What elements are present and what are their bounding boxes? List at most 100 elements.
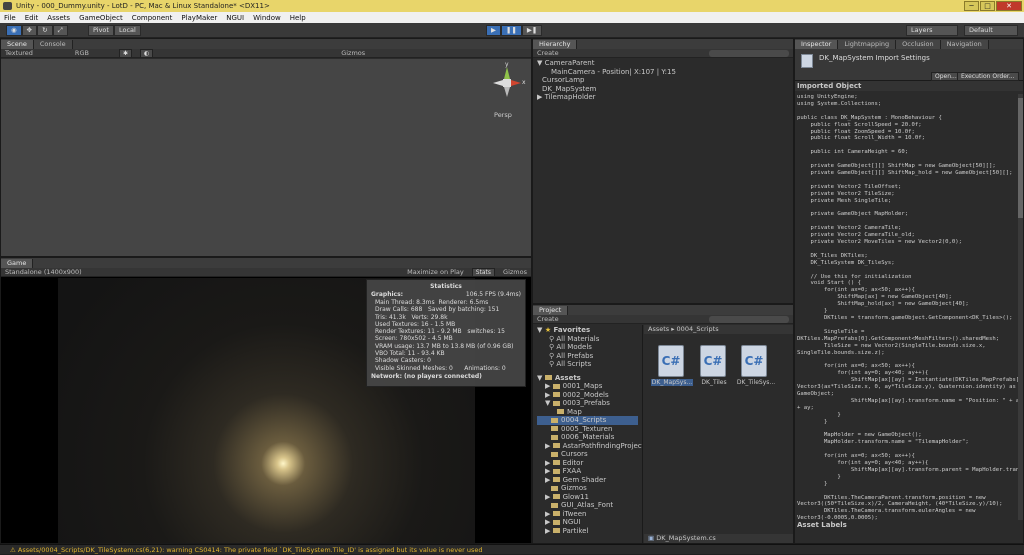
folder-label: iTween (562, 509, 587, 518)
tree-item-cursorlamp[interactable]: CursorLamp (537, 76, 789, 85)
resolution-dropdown[interactable]: Standalone (1400x900) (5, 268, 82, 276)
scale-tool-icon[interactable]: ⤢ (52, 25, 68, 36)
persp-label[interactable]: Persp (494, 111, 512, 119)
folder-item[interactable]: GUI_Atlas_Font (537, 501, 638, 510)
csharp-script-icon[interactable]: C# (741, 345, 767, 377)
folder-item[interactable]: ▶ iTween (537, 510, 638, 519)
folder-item[interactable]: 0006_Materials (537, 433, 638, 442)
move-tool-icon[interactable]: ✥ (21, 25, 38, 36)
folder-item[interactable]: ▶ AstarPathfindingProject (537, 442, 642, 451)
scene-fx-toggle[interactable]: ◐ (139, 48, 154, 58)
play-icon[interactable]: ▶ (486, 25, 501, 36)
folder-item[interactable]: Gizmos (537, 484, 638, 493)
execution-order-button[interactable]: Execution Order... (957, 72, 1019, 81)
tab-hierarchy[interactable]: Hierarchy (533, 40, 578, 49)
hand-tool-icon[interactable]: ◉ (6, 25, 22, 36)
scene-toolbar: Textured RGB ✱ ◐ Gizmos (1, 48, 531, 58)
inspector-scrollbar[interactable] (1018, 94, 1023, 520)
rotate-tool-icon[interactable]: ↻ (37, 25, 53, 36)
step-icon[interactable]: ▶❚ (521, 25, 543, 36)
maximize-on-play-toggle[interactable]: Maximize on Play (407, 268, 464, 276)
assets-header[interactable]: ▼ Assets (537, 374, 638, 383)
file-label-selected[interactable]: DK_MapSys... (651, 379, 693, 386)
game-gizmos-dropdown[interactable]: Gizmos (503, 268, 527, 276)
folder-item[interactable]: 0005_Texturen (537, 425, 638, 434)
folder-item[interactable]: ▶ Glow11 (537, 493, 638, 502)
tab-navigation[interactable]: Navigation (940, 40, 989, 49)
tab-game[interactable]: Game (1, 259, 34, 268)
project-search-input[interactable] (709, 315, 789, 323)
hierarchy-create-button[interactable]: Create (537, 49, 559, 57)
scene-lighting-toggle[interactable]: ✱ (118, 48, 132, 58)
folder-item[interactable]: ▶ Partikel (537, 527, 638, 536)
folder-item[interactable]: ▶ 0001_Maps (537, 382, 638, 391)
local-toggle[interactable]: Local (113, 25, 141, 36)
folder-item[interactable]: Map (537, 408, 638, 417)
stat-line: Render Textures: 11 - 9.2 MB switches: 1… (375, 328, 505, 336)
script-preview: using UnityEngine; using System.Collecti… (797, 94, 1019, 520)
minimize-button[interactable]: ─ (964, 1, 979, 11)
csharp-script-icon[interactable]: C# (658, 345, 684, 377)
tab-scene[interactable]: Scene (1, 40, 34, 49)
menu-assets[interactable]: Assets (47, 14, 70, 22)
tab-console[interactable]: Console (33, 40, 73, 49)
hierarchy-search-input[interactable] (709, 49, 789, 57)
scene-gizmo-icon[interactable]: y x (487, 61, 527, 107)
tab-project[interactable]: Project (533, 306, 569, 315)
folder-item[interactable]: ▶ Gem Shader (537, 476, 638, 485)
folder-item[interactable]: ▶ 0002_Models (537, 391, 638, 400)
scrollbar-thumb[interactable] (1018, 98, 1023, 218)
menu-help[interactable]: Help (290, 14, 306, 22)
menu-edit[interactable]: Edit (25, 14, 39, 22)
asset-labels-header: Asset Labels (795, 520, 1023, 530)
fav-item[interactable]: ⚲ All Materials (537, 335, 638, 344)
stats-toggle[interactable]: Stats (471, 267, 496, 277)
folder-item[interactable]: ▶ FXAA (537, 467, 638, 476)
folder-icon (552, 400, 560, 406)
scene-viewport[interactable] (1, 59, 531, 256)
layout-dropdown[interactable]: Default (964, 25, 1018, 36)
tree-item-dk-mapsystem[interactable]: DK_MapSystem (537, 85, 789, 94)
menu-component[interactable]: Component (132, 14, 173, 22)
menu-file[interactable]: File (4, 14, 16, 22)
menu-ngui[interactable]: NGUI (226, 14, 244, 22)
tree-item-cameraparent[interactable]: ▼ CameraParent (537, 59, 789, 68)
render-mode-dropdown[interactable]: Textured (5, 49, 33, 57)
tab-occlusion[interactable]: Occlusion (896, 40, 941, 49)
fav-item[interactable]: ⚲ All Models (537, 343, 638, 352)
menu-playmaker[interactable]: PlayMaker (181, 14, 217, 22)
maximize-button[interactable]: □ (980, 1, 995, 11)
layers-dropdown[interactable]: Layers (906, 25, 958, 36)
folder-item-selected[interactable]: 0004_Scripts (537, 416, 638, 425)
file-label[interactable]: DK_Tiles (698, 379, 730, 386)
scene-gizmos-dropdown[interactable]: Gizmos (341, 49, 365, 57)
folder-item[interactable]: ▼ 0003_Prefabs (537, 399, 638, 408)
tab-inspector[interactable]: Inspector (795, 40, 839, 49)
pause-icon[interactable]: ❚❚ (501, 25, 522, 36)
tab-lightmapping[interactable]: Lightmapping (838, 40, 897, 49)
file-label[interactable]: DK_TileSys... (735, 379, 777, 386)
menu-window[interactable]: Window (253, 14, 281, 22)
scene-panel: Scene Console Textured RGB ✱ ◐ Gizmos y … (0, 38, 532, 257)
pivot-toggle[interactable]: Pivot (88, 25, 114, 36)
fav-item[interactable]: ⚲ All Prefabs (537, 352, 638, 361)
folder-label: NGUI (562, 518, 581, 526)
folder-item[interactable]: ▶ NGUI (537, 518, 638, 527)
tree-item-tilemapholder[interactable]: ▶ TilemapHolder (537, 93, 789, 102)
csharp-script-icon[interactable]: C# (700, 345, 726, 377)
menu-gameobject[interactable]: GameObject (79, 14, 123, 22)
channel-dropdown[interactable]: RGB (75, 49, 89, 57)
folder-label: Gem Shader (562, 475, 607, 484)
tree-item-maincamera[interactable]: MainCamera - Position| X:107 | Y:15 (537, 68, 789, 77)
favorites-header[interactable]: ▼ ★ Favorites (537, 326, 638, 335)
project-breadcrumb[interactable]: Assets ▸ 0004_Scripts (644, 325, 793, 334)
folder-item[interactable]: Cursors (537, 450, 638, 459)
project-create-button[interactable]: Create (537, 315, 559, 323)
folder-icon (544, 375, 552, 380)
folder-item[interactable]: ▶ Editor (537, 459, 638, 468)
project-tabbar: Project (533, 305, 793, 315)
status-bar[interactable]: ⚠ Assets/0004_Scripts/DK_TileSystem.cs(6… (0, 544, 1024, 554)
folder-label: 0006_Materials (561, 433, 615, 441)
close-button[interactable]: ✕ (996, 1, 1022, 11)
fav-item[interactable]: ⚲ All Scripts (537, 360, 638, 369)
